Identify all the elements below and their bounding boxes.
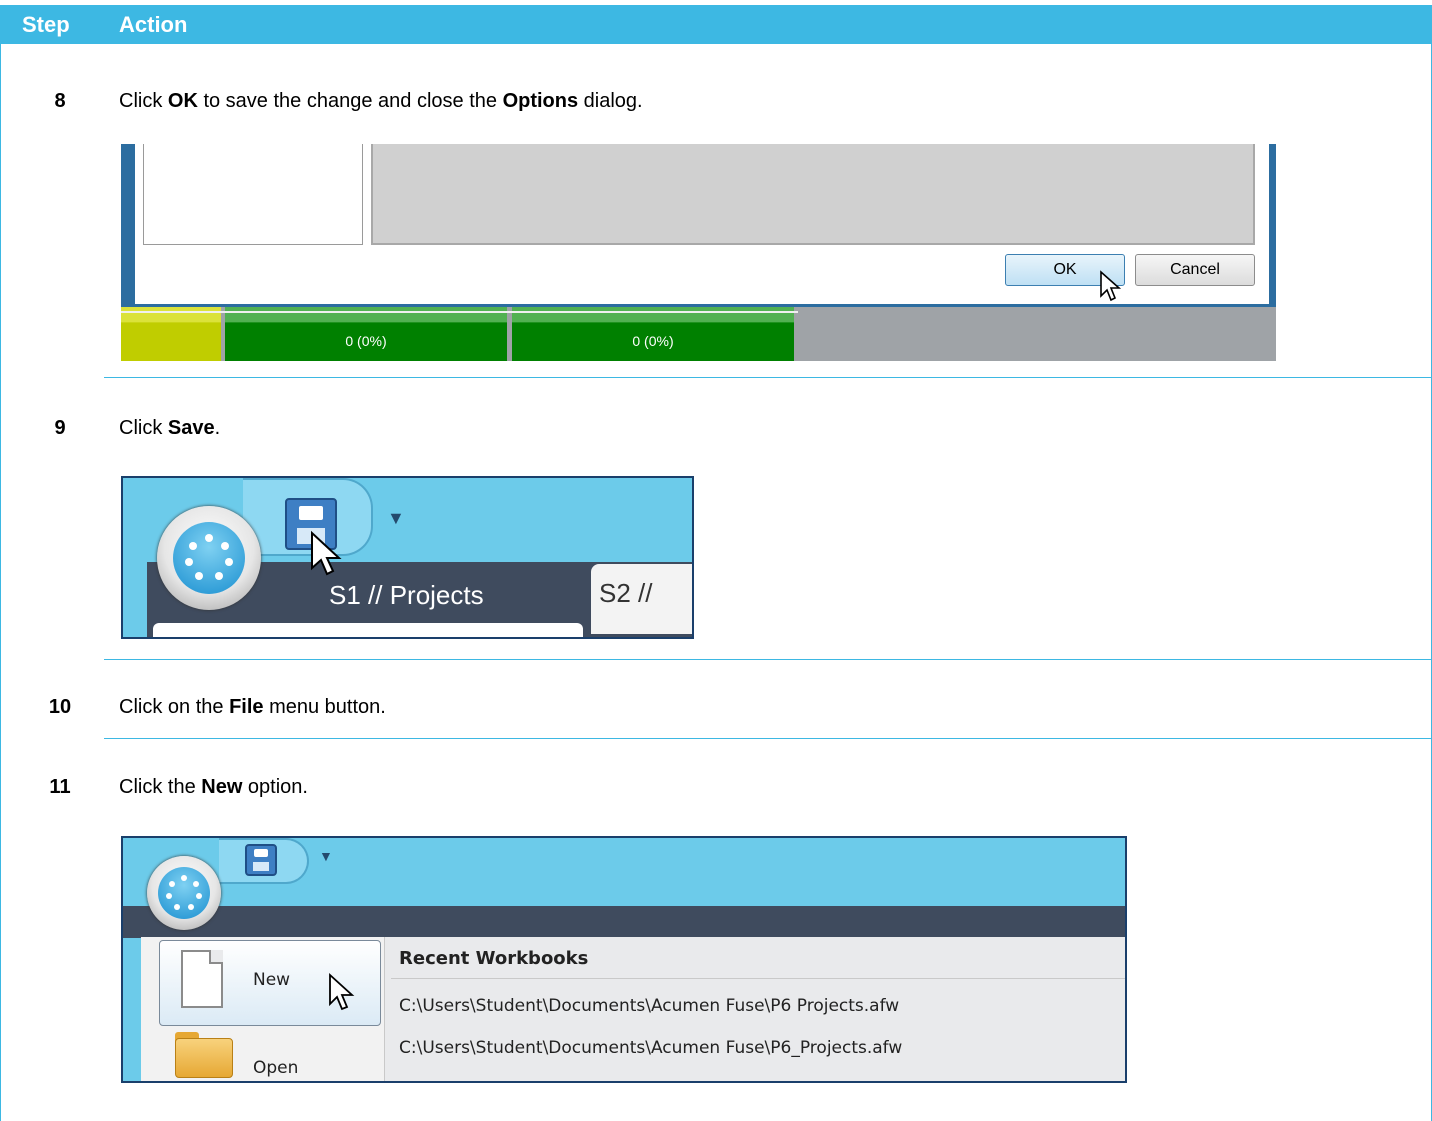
table-header: Step Action (0, 5, 1432, 44)
step-instruction: Click Save. (119, 417, 221, 439)
step-instruction: Click OK to save the change and close th… (119, 90, 643, 112)
status-progress-bar: 0 (0%) 0 (0%) (121, 307, 1276, 361)
step-column-header: Step (22, 12, 70, 37)
save-icon[interactable] (245, 844, 277, 876)
mouse-cursor-icon (311, 530, 342, 576)
mouse-cursor-icon (329, 972, 355, 1011)
cancel-button[interactable]: Cancel (1135, 254, 1255, 286)
file-menu-orb[interactable] (147, 856, 221, 930)
step-number: 11 (49, 776, 71, 798)
open-folder-icon (175, 1038, 233, 1078)
recent-workbooks-title: Recent Workbooks (399, 948, 589, 969)
step-instruction: Click on the File menu button. (119, 696, 386, 718)
progress-segment: 0 (0%) (512, 307, 794, 361)
progress-segment: 0 (0%) (225, 307, 507, 361)
step-number: 9 (54, 417, 66, 439)
file-menu-screenshot: ▼ New Open Recent Workbooks C:\Users\Stu… (121, 836, 1127, 1083)
recent-workbooks-divider (391, 978, 1125, 979)
dialog-preview-panel (371, 144, 1255, 245)
dialog-body: OK Cancel (135, 144, 1269, 304)
ribbon-dark-band (123, 906, 1125, 938)
progress-divider (121, 311, 798, 313)
app-logo-icon (173, 522, 245, 594)
tab-label: S1 // Projects (329, 580, 484, 610)
new-document-icon (181, 950, 223, 1008)
app-logo-icon (158, 867, 210, 919)
action-column-header: Action (119, 12, 188, 37)
customize-toolbar-dropdown-icon[interactable]: ▼ (319, 848, 333, 864)
table-border-left (0, 44, 1, 1121)
menu-item-open[interactable]: Open (253, 1058, 298, 1078)
save-button-screenshot: S1 // Projects S2 // ▼ (121, 476, 694, 639)
row-separator (104, 377, 1431, 378)
step-number: 10 (48, 696, 72, 718)
row-separator (104, 659, 1431, 660)
recent-workbook-item[interactable]: C:\Users\Student\Documents\Acumen Fuse\P… (399, 1038, 902, 1058)
mouse-cursor-icon (1100, 270, 1122, 302)
step-number: 8 (54, 90, 66, 112)
menu-item-new-label: New (253, 970, 291, 990)
dialog-left-panel (143, 144, 363, 245)
options-dialog-screenshot: OK Cancel 0 (0%) 0 (0%) (121, 144, 1276, 361)
tab-label: S2 // (599, 578, 653, 608)
progress-segment-yellow (121, 307, 221, 361)
tab-s2[interactable]: S2 // (591, 564, 692, 634)
file-menu-orb[interactable] (157, 506, 261, 610)
step-instruction: Click the New option. (119, 776, 308, 798)
customize-toolbar-dropdown-icon[interactable]: ▼ (387, 508, 405, 529)
row-separator (104, 738, 1431, 739)
recent-workbook-item[interactable]: C:\Users\Student\Documents\Acumen Fuse\P… (399, 996, 899, 1016)
